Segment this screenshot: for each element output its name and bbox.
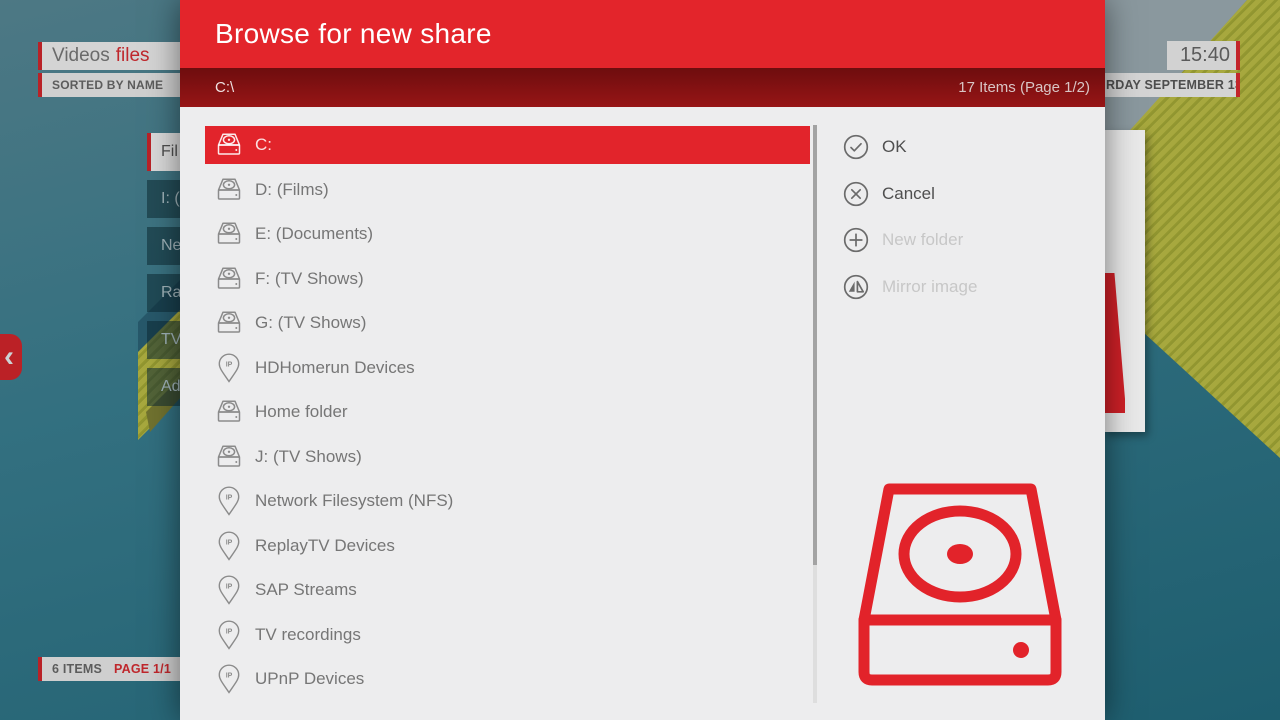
file-list-item[interactable]: J: (TV Shows) xyxy=(205,438,810,476)
svg-text:IP: IP xyxy=(226,495,233,502)
svg-text:IP: IP xyxy=(226,361,233,368)
hard-disk-icon xyxy=(213,311,245,335)
hard-disk-icon xyxy=(213,445,245,469)
file-list-item[interactable]: IP Network Filesystem (NFS) xyxy=(205,482,810,520)
file-list-item[interactable]: IP TV recordings xyxy=(205,616,810,654)
mirror-circle-icon xyxy=(843,274,869,300)
file-list-item[interactable]: IP HDHomerun Devices xyxy=(205,349,810,387)
breadcrumb: C:\ 17 Items (Page 1/2) xyxy=(180,68,1105,107)
current-path: C:\ xyxy=(215,79,234,96)
svg-text:IP: IP xyxy=(226,628,233,635)
hard-disk-icon xyxy=(213,133,245,157)
videos-header-bar: Videos files xyxy=(38,42,190,70)
ip-pin-icon: IP xyxy=(213,575,245,605)
cancel-button[interactable]: Cancel xyxy=(843,180,977,208)
file-list-item[interactable]: Home folder xyxy=(205,393,810,431)
clock-date: RDAY SEPTEMBER 13 xyxy=(1098,73,1240,97)
mirror-image-button[interactable]: Mirror image xyxy=(843,273,977,301)
ok-button[interactable]: OK xyxy=(843,133,977,161)
files-label: files xyxy=(116,45,150,67)
svg-text:IP: IP xyxy=(226,584,233,591)
back-chevron-button[interactable]: ‹ xyxy=(0,334,22,380)
items-page-bar: 6 ITEMS PAGE 1/1 xyxy=(38,657,190,681)
plus-circle-icon xyxy=(843,227,869,253)
file-list-item[interactable]: G: (TV Shows) xyxy=(205,304,810,342)
ip-pin-icon: IP xyxy=(213,620,245,650)
ip-pin-icon: IP xyxy=(213,531,245,561)
svg-text:IP: IP xyxy=(226,539,233,546)
hard-disk-icon xyxy=(213,178,245,202)
clock-time: 15:40 xyxy=(1167,41,1240,70)
hard-disk-icon xyxy=(213,222,245,246)
ip-pin-icon: IP xyxy=(213,486,245,516)
dialog-actions: OK Cancel New folder Mirror image xyxy=(843,133,977,301)
new-folder-button[interactable]: New folder xyxy=(843,226,977,254)
screen: Videos files SORTED BY NAME 15:40 RDAY S… xyxy=(0,0,1280,720)
chevron-left-icon: ‹ xyxy=(4,340,14,374)
file-list-item[interactable]: F: (TV Shows) xyxy=(205,260,810,298)
file-list-item[interactable]: C: xyxy=(205,126,810,164)
dialog-title: Browse for new share xyxy=(215,18,492,50)
close-circle-icon xyxy=(843,181,869,207)
file-list: C: D: (Films) E: (Documents) F: (TV Show… xyxy=(205,126,810,698)
poster-card xyxy=(1103,130,1145,432)
scrollbar-thumb[interactable] xyxy=(813,125,817,565)
file-list-item[interactable]: D: (Films) xyxy=(205,171,810,209)
svg-text:IP: IP xyxy=(226,673,233,680)
hard-disk-icon xyxy=(213,267,245,291)
scrollbar[interactable] xyxy=(813,125,817,703)
file-list-item[interactable]: E: (Documents) xyxy=(205,215,810,253)
videos-label: Videos xyxy=(52,45,110,67)
items-count-label: 6 ITEMS xyxy=(52,662,102,676)
page-label: PAGE 1/1 xyxy=(114,662,171,676)
ip-pin-icon: IP xyxy=(213,353,245,383)
sort-label: SORTED BY NAME xyxy=(52,78,163,92)
hard-disk-icon xyxy=(213,400,245,424)
file-list-item[interactable]: IP UPnP Devices xyxy=(205,660,810,698)
dialog-header: Browse for new share xyxy=(180,0,1105,68)
sort-bar: SORTED BY NAME xyxy=(38,73,190,97)
dialog-body: C: D: (Films) E: (Documents) F: (TV Show… xyxy=(180,107,1105,720)
hard-disk-illustration-icon xyxy=(858,482,1062,686)
file-list-item[interactable]: IP ReplayTV Devices xyxy=(205,527,810,565)
ip-pin-icon: IP xyxy=(213,664,245,694)
file-list-item[interactable]: IP SAP Streams xyxy=(205,571,810,609)
browse-share-dialog: Browse for new share C:\ 17 Items (Page … xyxy=(180,0,1105,720)
check-circle-icon xyxy=(843,134,869,160)
poster-art xyxy=(1103,273,1125,413)
items-info: 17 Items (Page 1/2) xyxy=(958,79,1090,96)
